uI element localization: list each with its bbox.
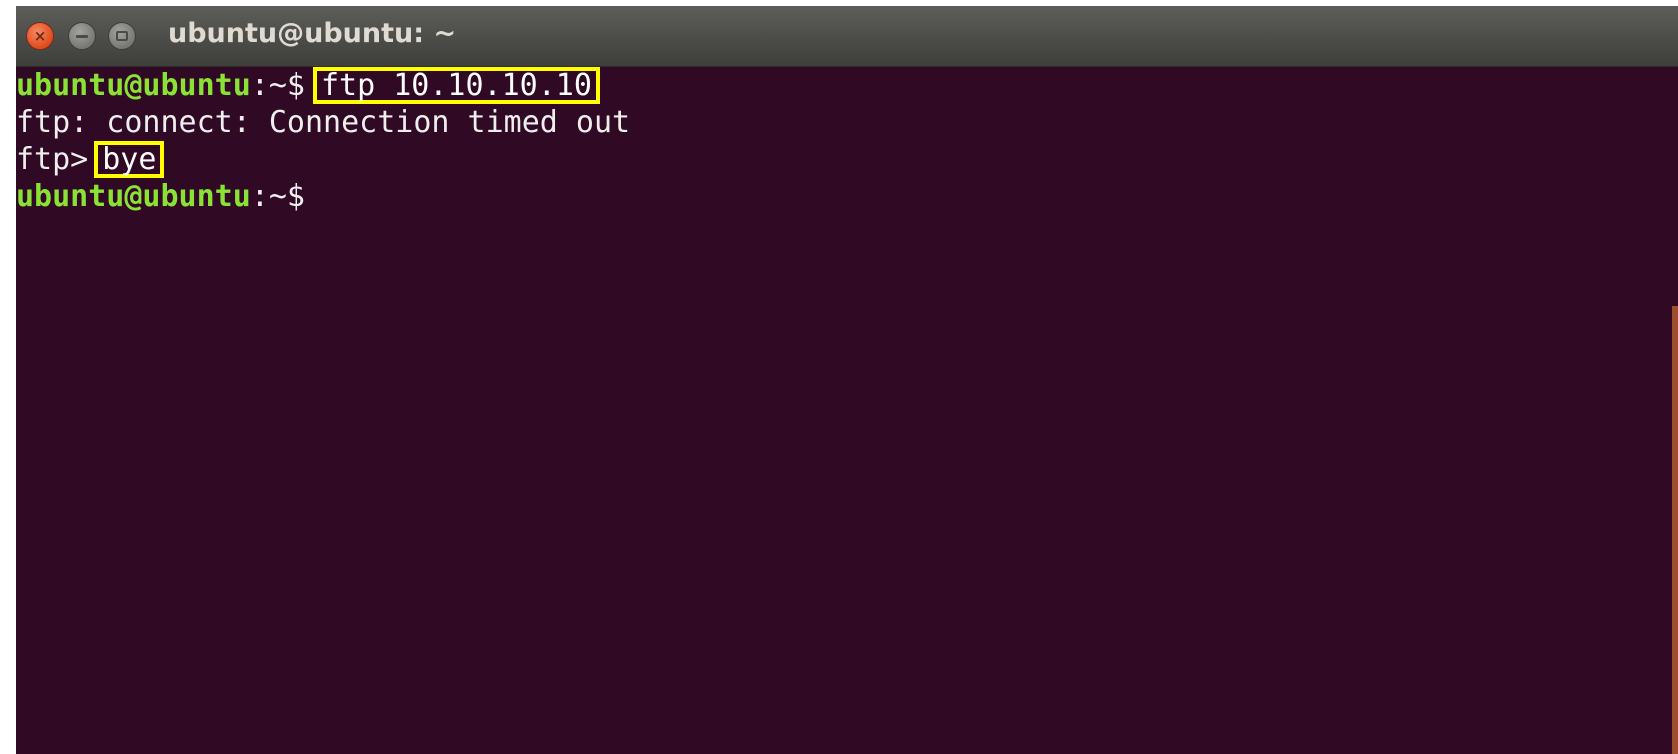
prompt-user: ubuntu@ubuntu [16, 179, 251, 214]
command-text: bye [102, 142, 157, 177]
terminal-line-4: ubuntu@ubuntu:~$ [16, 178, 1678, 215]
minimize-button[interactable] [68, 22, 96, 50]
close-button[interactable]: × [26, 22, 54, 50]
maximize-icon [116, 31, 128, 41]
title-bar[interactable]: × ubuntu@ubuntu: ~ [16, 6, 1678, 67]
prompt-user: ubuntu@ubuntu [16, 68, 251, 103]
output-text: ftp: connect: Connection timed out [16, 105, 631, 140]
terminal-line-1: ubuntu@ubuntu:~$ ftp 10.10.10.10 [16, 67, 1678, 104]
maximize-button[interactable] [108, 22, 136, 50]
ftp-prompt: ftp> [16, 142, 89, 177]
highlighted-command: ftp 10.10.10.10 [313, 67, 600, 104]
minimize-icon [76, 34, 88, 38]
terminal-line-2: ftp: connect: Connection timed out [16, 104, 1678, 141]
prompt-path: :~$ [250, 68, 305, 103]
terminal-window: × ubuntu@ubuntu: ~ ubuntu@ubuntu:~$ ftp 1… [16, 6, 1678, 754]
close-icon: × [33, 26, 47, 45]
highlighted-command: bye [94, 141, 165, 178]
command-text: ftp 10.10.10.10 [321, 68, 592, 103]
terminal-output[interactable]: ubuntu@ubuntu:~$ ftp 10.10.10.10 ftp: con… [16, 67, 1678, 754]
scrollbar[interactable] [1672, 306, 1678, 754]
window-title: ubuntu@ubuntu: ~ [168, 18, 457, 49]
terminal-line-3: ftp> bye [16, 141, 1678, 178]
prompt-path: :~$ [250, 179, 305, 214]
